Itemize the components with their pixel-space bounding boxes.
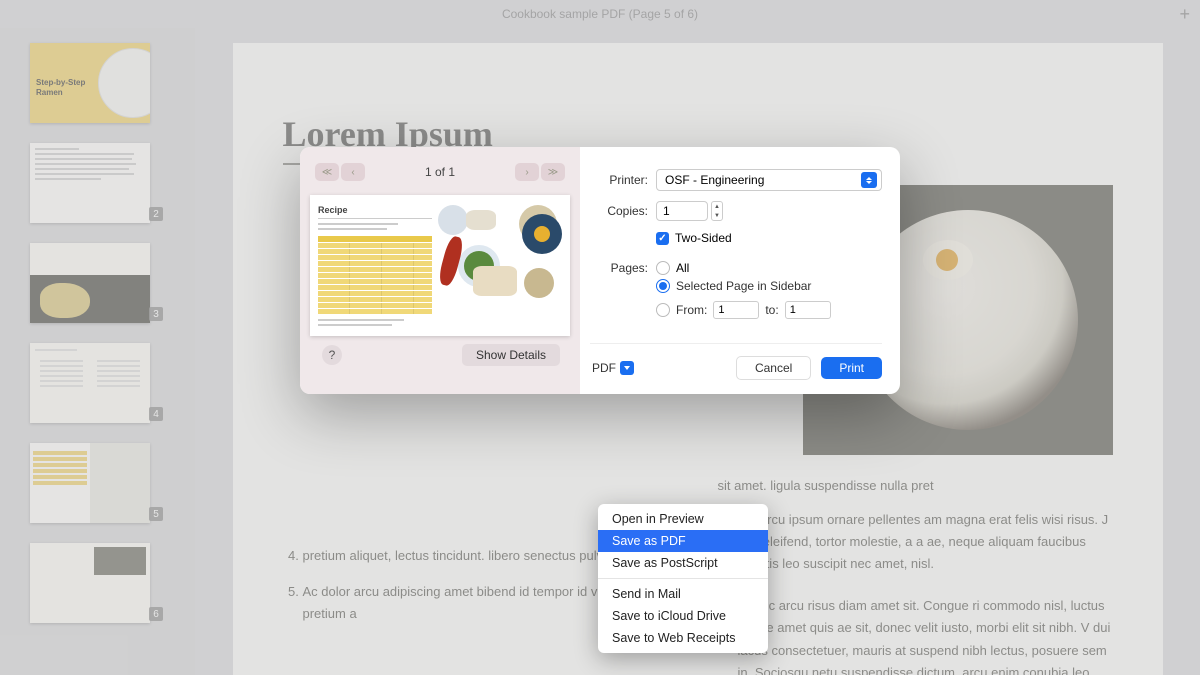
pages-all-radio[interactable] xyxy=(656,261,670,275)
pdf-menu-save-to-web-receipts[interactable]: Save to Web Receipts xyxy=(598,627,768,649)
printer-select[interactable]: OSF - Engineering xyxy=(656,169,882,191)
pdf-menu-open-in-preview[interactable]: Open in Preview xyxy=(598,508,768,530)
preview-first-prev-buttons[interactable]: ≪‹ xyxy=(314,163,366,181)
pages-to-input[interactable] xyxy=(785,301,831,319)
pages-all-label: All xyxy=(676,261,689,275)
preview-page-indicator: 1 of 1 xyxy=(425,165,455,179)
pages-label: Pages: xyxy=(590,261,648,275)
print-options-panel: Printer: OSF - Engineering Copies: ▲▼ Tw… xyxy=(580,147,900,394)
pdf-menu-save-to-icloud[interactable]: Save to iCloud Drive xyxy=(598,605,768,627)
printer-selected-value: OSF - Engineering xyxy=(665,173,764,187)
print-dialog: ≪‹ 1 of 1 ›≫ Recipe xyxy=(300,147,900,394)
printer-label: Printer: xyxy=(590,173,648,187)
pages-selected-radio[interactable] xyxy=(656,279,670,293)
print-button[interactable]: Print xyxy=(821,357,882,379)
pdf-menu-save-as-postscript[interactable]: Save as PostScript xyxy=(598,552,768,574)
copies-label: Copies: xyxy=(590,204,648,218)
print-preview-panel: ≪‹ 1 of 1 ›≫ Recipe xyxy=(300,147,580,394)
menu-separator xyxy=(598,578,768,579)
preview-next-last-buttons[interactable]: ›≫ xyxy=(514,163,566,181)
pdf-dropdown-button[interactable]: PDF xyxy=(590,359,636,377)
show-details-button[interactable]: Show Details xyxy=(462,344,560,366)
print-preview-thumbnail: Recipe xyxy=(310,195,570,336)
cancel-button[interactable]: Cancel xyxy=(736,356,811,380)
pages-from-radio[interactable] xyxy=(656,303,670,317)
pages-from-input[interactable] xyxy=(713,301,759,319)
help-button[interactable]: ? xyxy=(322,345,342,365)
pages-selected-label: Selected Page in Sidebar xyxy=(676,279,811,293)
pages-to-label: to: xyxy=(765,303,778,317)
pages-from-label: From: xyxy=(676,303,707,317)
copies-input[interactable] xyxy=(656,201,708,221)
chevron-down-icon xyxy=(620,361,634,375)
copies-stepper[interactable]: ▲▼ xyxy=(711,201,723,221)
pdf-menu-send-in-mail[interactable]: Send in Mail xyxy=(598,583,768,605)
pdf-dropdown-menu: Open in Preview Save as PDF Save as Post… xyxy=(598,504,768,653)
two-sided-checkbox[interactable] xyxy=(656,232,669,245)
dropdown-arrow-icon xyxy=(861,172,877,188)
two-sided-label: Two-Sided xyxy=(675,231,732,245)
pdf-menu-save-as-pdf[interactable]: Save as PDF xyxy=(598,530,768,552)
